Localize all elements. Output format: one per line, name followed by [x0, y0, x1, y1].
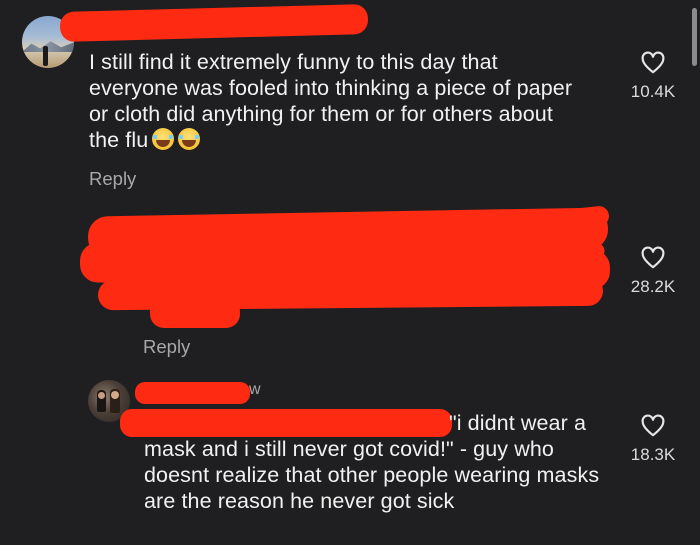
comment-text-rest: mask and i still never got covid!" - guy… — [144, 437, 600, 513]
scrollbar[interactable] — [692, 8, 697, 66]
comment-text: I still find it extremely funny to this … — [89, 50, 573, 152]
like-count: 18.3K — [630, 445, 676, 464]
comment-text: "i didnt wear a mask and i still never g… — [144, 410, 614, 514]
avatar-face — [98, 392, 105, 399]
comment-text-first-line: "i didnt wear a — [449, 411, 587, 435]
reply-button[interactable]: Reply — [89, 168, 136, 190]
like-control: 18.3K — [618, 413, 688, 465]
heart-icon[interactable] — [640, 413, 666, 439]
timestamp: w — [249, 381, 261, 398]
like-count: 10.4K — [630, 82, 676, 101]
avatar-face — [111, 391, 119, 399]
avatar-figure — [43, 46, 48, 66]
like-control: 10.4K — [618, 50, 688, 102]
avatar-mountain — [22, 41, 74, 52]
like-control: 28.2K — [618, 245, 688, 297]
heart-icon[interactable] — [640, 50, 666, 76]
laughing-crying-emoji-icon — [152, 128, 175, 150]
reply-button[interactable]: Reply — [143, 336, 190, 358]
redacted-username — [59, 3, 369, 43]
like-count: 28.2K — [630, 277, 676, 296]
laughing-crying-emoji-icon — [178, 128, 201, 150]
redacted-content — [150, 298, 240, 328]
redacted-username — [135, 382, 250, 404]
heart-icon[interactable] — [640, 245, 666, 271]
